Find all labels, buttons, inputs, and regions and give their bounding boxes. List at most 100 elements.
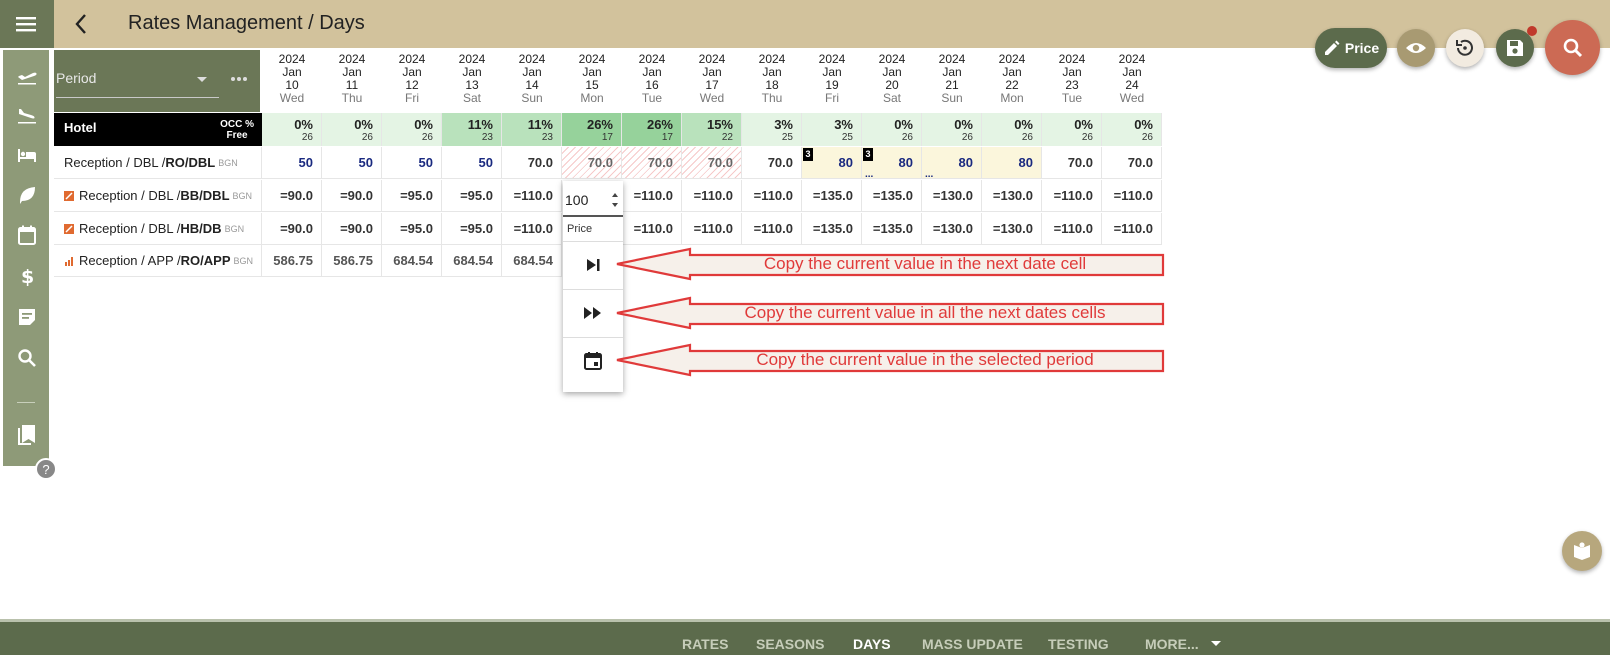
copy-next-button[interactable]: [563, 241, 623, 288]
more-indicator: ...: [925, 169, 934, 180]
flight-land-icon[interactable]: [16, 103, 38, 125]
rate-cell[interactable]: =110.0: [1102, 180, 1162, 212]
free-rooms: 23: [481, 132, 493, 143]
rate-cell[interactable]: 70.0: [742, 147, 802, 179]
search-icon[interactable]: [16, 347, 38, 369]
tab-days[interactable]: DAYS: [853, 636, 891, 652]
rate-cell[interactable]: =110.0: [622, 213, 682, 245]
date-header: 2024 Jan 14 Sun: [502, 53, 562, 105]
occupancy-percent: 0%: [954, 117, 973, 132]
rate-cell[interactable]: 50: [442, 147, 502, 179]
rate-cell[interactable]: =110.0: [502, 180, 562, 212]
rate-cell[interactable]: 50: [322, 147, 382, 179]
rate-cell[interactable]: =130.0: [982, 213, 1042, 245]
dollar-icon[interactable]: $: [16, 265, 38, 287]
bed-icon[interactable]: [16, 144, 38, 166]
rate-cell[interactable]: 50: [262, 147, 322, 179]
preview-button[interactable]: [1397, 29, 1435, 67]
rate-cell[interactable]: =110.0: [742, 180, 802, 212]
rate-cell[interactable]: =110.0: [502, 213, 562, 245]
rate-value: 50: [358, 155, 373, 170]
rate-cell[interactable]: 70.0: [562, 147, 622, 179]
rate-cell[interactable]: =95.0: [382, 213, 442, 245]
period-selector[interactable]: Period: [54, 50, 260, 112]
rate-cell[interactable]: =90.0: [262, 180, 322, 212]
rate-cell[interactable]: 586.75: [262, 245, 322, 277]
restriction-badge[interactable]: 3: [803, 148, 813, 161]
rate-cell[interactable]: 70.0: [502, 147, 562, 179]
rate-row-label[interactable]: Reception / DBL / HB/DB BGN: [54, 213, 262, 245]
rate-cell[interactable]: 50: [382, 147, 442, 179]
bookmarks-icon[interactable]: [16, 423, 38, 445]
history-button[interactable]: [1446, 29, 1484, 67]
rate-cell[interactable]: =90.0: [262, 213, 322, 245]
copy-period-button[interactable]: [563, 337, 623, 384]
rate-cell[interactable]: =110.0: [1042, 180, 1102, 212]
rate-cell[interactable]: =110.0: [1102, 213, 1162, 245]
arrow-left-icon: [75, 14, 86, 34]
rate-cell[interactable]: =110.0: [1042, 213, 1102, 245]
tab-more[interactable]: MORE...: [1145, 636, 1199, 652]
rate-cell[interactable]: =90.0: [322, 180, 382, 212]
note-icon[interactable]: [16, 306, 38, 328]
menu-button[interactable]: [0, 0, 54, 48]
rate-value: =95.0: [460, 221, 493, 236]
search-fab[interactable]: [1545, 20, 1600, 75]
annotation-copy-all-next: Copy the current value in all the next d…: [615, 296, 1165, 330]
tab-mass-update[interactable]: MASS UPDATE: [922, 636, 1023, 652]
rate-row-label[interactable]: Reception / DBL / BB/DBL BGN: [54, 180, 262, 212]
tab-rates[interactable]: RATES: [682, 636, 728, 652]
rate-value: 80: [958, 155, 973, 170]
rate-cell[interactable]: 70.0: [1102, 147, 1162, 179]
rate-cell[interactable]: =95.0: [442, 180, 502, 212]
rate-cell[interactable]: =130.0: [922, 180, 982, 212]
tab-testing[interactable]: TESTING: [1048, 636, 1109, 652]
dropdown-arrow-icon[interactable]: [196, 76, 208, 84]
restriction-badge[interactable]: 3: [863, 148, 873, 161]
rate-cell[interactable]: 70.0: [682, 147, 742, 179]
rate-cell[interactable]: =135.0: [862, 213, 922, 245]
calendar-icon[interactable]: [16, 224, 38, 246]
rate-value: =110.0: [693, 188, 733, 203]
flight-takeoff-icon[interactable]: [16, 64, 38, 86]
rate-cell[interactable]: =90.0: [322, 213, 382, 245]
copy-all-next-button[interactable]: [563, 289, 623, 336]
annotation-text: Copy the current value in the selected p…: [756, 350, 1094, 369]
rate-cell[interactable]: 684.54: [502, 245, 562, 277]
chevron-down-icon[interactable]: [1210, 640, 1222, 648]
chat-button[interactable]: [1562, 531, 1602, 571]
rate-cell[interactable]: =130.0: [922, 213, 982, 245]
rate-cell[interactable]: =110.0: [682, 180, 742, 212]
rate-row-label[interactable]: Reception / APP / RO/APP BGN: [54, 245, 262, 277]
date-dow: Sun: [521, 91, 543, 105]
spinner-icon[interactable]: [610, 189, 620, 211]
rate-cell[interactable]: =135.0: [802, 180, 862, 212]
back-button[interactable]: [70, 10, 94, 38]
rate-cell[interactable]: =95.0: [382, 180, 442, 212]
rate-cell[interactable]: 80...: [922, 147, 982, 180]
rate-cell[interactable]: 80: [982, 147, 1042, 179]
leaf-icon[interactable]: [16, 184, 38, 206]
rate-cell[interactable]: 70.0: [1042, 147, 1102, 179]
rate-cell[interactable]: 80 3: [802, 147, 862, 179]
rate-value: =90.0: [340, 188, 373, 203]
help-icon[interactable]: ?: [35, 458, 57, 480]
rate-cell[interactable]: 70.0: [622, 147, 682, 179]
rate-cell[interactable]: 684.54: [442, 245, 502, 277]
rate-cell[interactable]: =135.0: [802, 213, 862, 245]
rate-cell[interactable]: 80 3...: [862, 147, 922, 180]
price-button[interactable]: Price: [1315, 28, 1387, 68]
rate-cell[interactable]: =130.0: [982, 180, 1042, 212]
date-dow: Wed: [279, 91, 305, 105]
rate-cell[interactable]: =110.0: [682, 213, 742, 245]
rate-cell[interactable]: =95.0: [442, 213, 502, 245]
rate-cell[interactable]: =110.0: [742, 213, 802, 245]
rate-cell[interactable]: 684.54: [382, 245, 442, 277]
more-horiz-icon[interactable]: [230, 76, 248, 82]
occupancy-cell: 11% 23: [502, 113, 562, 146]
rate-row-label[interactable]: Reception / DBL / RO/DBL BGN: [54, 147, 262, 179]
rate-cell[interactable]: =110.0: [622, 180, 682, 212]
rate-cell[interactable]: =135.0: [862, 180, 922, 212]
tab-seasons[interactable]: SEASONS: [756, 636, 824, 652]
rate-cell[interactable]: 586.75: [322, 245, 382, 277]
